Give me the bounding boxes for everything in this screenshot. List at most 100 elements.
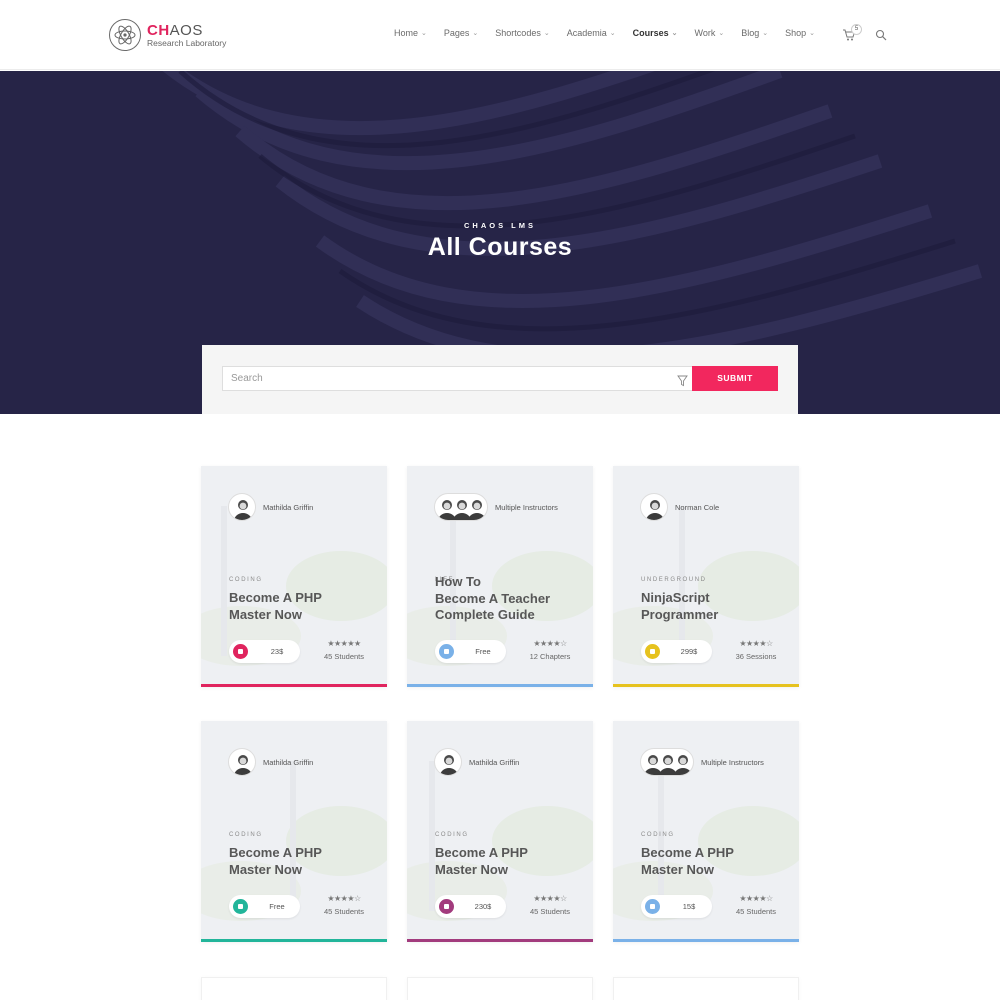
course-card[interactable]: Mathilda Griffin CODING Become A PHP Master… xyxy=(201,466,387,687)
price-tag-icon xyxy=(233,644,248,659)
course-color-bar xyxy=(201,684,387,687)
nav-item-label: Work xyxy=(694,28,716,38)
avatar-photo xyxy=(646,500,664,520)
nav-item-academia[interactable]: Academia ⌄ xyxy=(567,28,616,38)
page-title: All Courses xyxy=(427,233,573,261)
chevron-down-icon: ⌄ xyxy=(671,30,678,37)
course-card[interactable]: Multiple Instructors LIFE How To Become A T… xyxy=(407,466,593,687)
nav-item-label: Home xyxy=(394,28,419,38)
rating-stars: ★★★★☆ xyxy=(327,894,361,903)
course-title[interactable]: How To Become A Teacher Complete Guide xyxy=(435,574,585,624)
instructor-name: Norman Cole xyxy=(675,502,720,512)
instructor[interactable]: Mathilda Griffin xyxy=(228,748,313,776)
price-tag-icon xyxy=(645,899,660,914)
nav-item-home[interactable]: Home ⌄ xyxy=(394,28,427,38)
site-logo[interactable]: CHAOS Research Laboratory xyxy=(109,19,226,51)
avatar-photo xyxy=(644,755,692,775)
price-badge: Free xyxy=(229,895,300,918)
nav-item-blog[interactable]: Blog ⌄ xyxy=(741,28,768,38)
course-search-panel: Search SUBMIT xyxy=(202,345,798,414)
course-color-bar xyxy=(201,939,387,942)
rating-stars: ★★★★☆ xyxy=(533,894,567,903)
instructor[interactable]: Mathilda Griffin xyxy=(228,493,313,521)
instructor[interactable]: Multiple Instructors xyxy=(434,493,558,521)
course-title-line: NinjaScript xyxy=(641,590,710,605)
course-title[interactable]: Become A PHP Master Now xyxy=(229,845,379,878)
instructor-name: Mathilda Griffin xyxy=(469,757,520,767)
rating-stars: ★★★★☆ xyxy=(739,639,773,648)
main-nav: Home ⌄ Pages ⌄ Shortcodes ⌄ Academia ⌄ Courses ⌄ W… xyxy=(394,28,832,38)
course-meta: 45 Students xyxy=(735,907,777,916)
course-title-line: Master Now xyxy=(229,861,302,877)
nav-item-shop[interactable]: Shop ⌄ xyxy=(785,28,815,38)
search-icon[interactable] xyxy=(875,29,887,41)
search-input[interactable]: Search xyxy=(222,366,693,391)
course-price: 230$ xyxy=(474,902,492,911)
course-title-line: Become A PHP xyxy=(229,590,322,605)
avatar xyxy=(640,493,668,521)
course-title[interactable]: Become A PHP Master Now xyxy=(435,845,585,878)
rating-stars: ★★★★★ xyxy=(327,639,361,648)
course-card[interactable]: Mathilda Griffin CODING Become A PHP Master… xyxy=(201,721,387,942)
price-badge: 230$ xyxy=(435,895,506,918)
site-header: CHAOS Research Laboratory Home ⌄ Pages ⌄ Sho… xyxy=(0,0,1000,70)
course-title-line: Become A PHP xyxy=(641,845,734,860)
hero-kicker: CHAOS LMS xyxy=(464,221,536,230)
avatar-photo xyxy=(234,755,252,775)
nav-item-courses[interactable]: Courses ⌄ xyxy=(633,28,678,38)
course-meta: 45 Students xyxy=(529,907,571,916)
avatar xyxy=(228,748,256,776)
course-color-bar xyxy=(407,684,593,687)
nav-item-work[interactable]: Work ⌄ xyxy=(695,28,725,38)
chevron-down-icon: ⌄ xyxy=(609,30,616,37)
submit-button[interactable]: SUBMIT xyxy=(692,366,778,391)
course-card[interactable] xyxy=(613,977,799,1000)
course-title-line: Become A PHP xyxy=(229,845,322,860)
avatar xyxy=(434,748,462,776)
instructor[interactable]: Mathilda Griffin xyxy=(434,748,519,776)
filter-icon[interactable] xyxy=(677,375,688,387)
chevron-down-icon: ⌄ xyxy=(718,30,725,37)
course-price: Free xyxy=(269,902,285,911)
instructor-name: Multiple Instructors xyxy=(495,502,558,512)
avatar-photo xyxy=(234,500,252,520)
logo-name: CHAOS xyxy=(147,21,203,39)
course-price: Free xyxy=(475,647,491,656)
course-category: CODING xyxy=(435,832,469,838)
nav-item-label: Pages xyxy=(443,28,470,38)
cart-count-badge: 5 xyxy=(851,24,862,35)
instructor[interactable]: Norman Cole xyxy=(640,493,719,521)
course-title[interactable]: Become A PHP Master Now xyxy=(641,845,791,878)
instructor-name: Mathilda Griffin xyxy=(263,757,314,767)
nav-item-label: Academia xyxy=(566,28,607,38)
chevron-down-icon: ⌄ xyxy=(472,30,479,37)
nav-item-pages[interactable]: Pages ⌄ xyxy=(444,28,478,38)
rating-stars: ★★★★☆ xyxy=(533,639,567,648)
course-price: 23$ xyxy=(270,647,284,656)
avatar xyxy=(640,748,694,776)
chevron-down-icon: ⌄ xyxy=(762,30,769,37)
course-card[interactable] xyxy=(201,977,387,1000)
price-tag-icon xyxy=(645,644,660,659)
course-price: 15$ xyxy=(682,902,696,911)
course-title[interactable]: NinjaScript Programmer xyxy=(641,590,791,623)
nav-item-label: Shop xyxy=(785,28,807,38)
price-badge: 299$ xyxy=(641,640,712,663)
course-title[interactable]: Become A PHP Master Now xyxy=(229,590,379,623)
course-card[interactable]: Mathilda Griffin CODING Become A PHP Master… xyxy=(407,721,593,942)
course-card[interactable]: Multiple Instructors CODING Become A PHP Ma… xyxy=(613,721,799,942)
chevron-down-icon: ⌄ xyxy=(809,30,816,37)
nav-item-label: Courses xyxy=(632,28,669,38)
instructor[interactable]: Multiple Instructors xyxy=(640,748,764,776)
course-meta: 45 Students xyxy=(323,652,365,661)
course-card[interactable]: Norman Cole UNDERGROUND NinjaScript Program… xyxy=(613,466,799,687)
course-category: CODING xyxy=(641,832,675,838)
course-title-line: Complete Guide xyxy=(435,607,535,622)
avatar-photo xyxy=(438,500,486,520)
course-card[interactable] xyxy=(407,977,593,1000)
instructor-name: Mathilda Griffin xyxy=(263,502,314,512)
price-tag-icon xyxy=(439,899,454,914)
nav-item-label: Blog xyxy=(741,28,760,38)
course-title-line: Become A Teacher xyxy=(435,590,551,606)
nav-item-shortcodes[interactable]: Shortcodes ⌄ xyxy=(495,28,549,38)
